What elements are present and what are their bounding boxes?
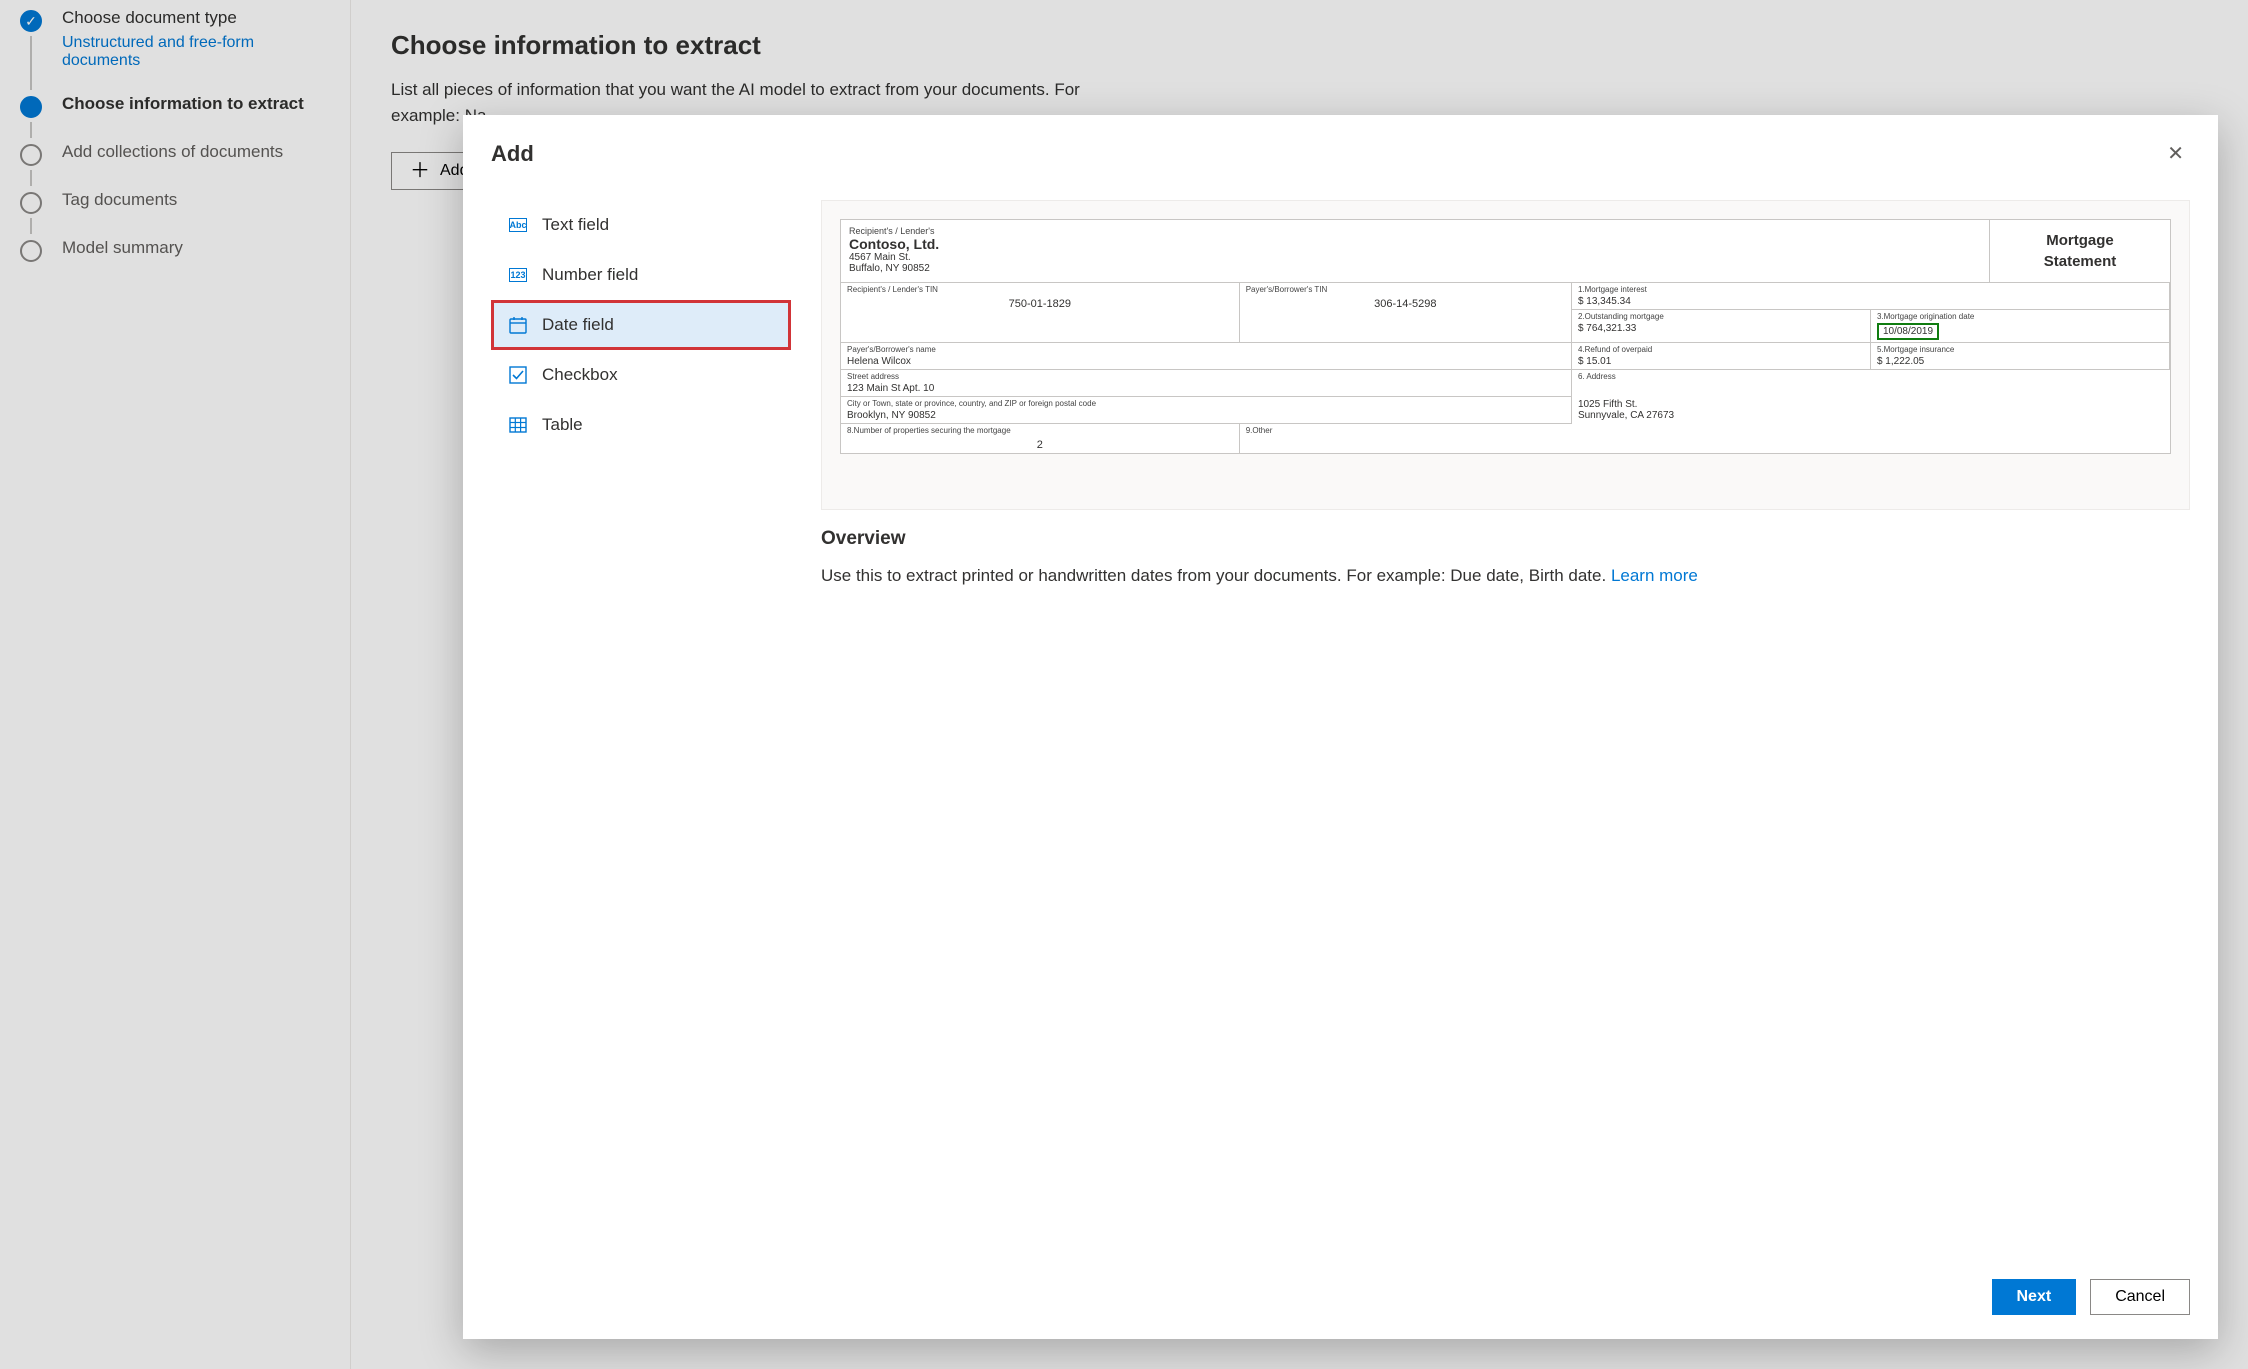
overview-text: Use this to extract printed or handwritt… [821,562,2190,589]
doc-addr1: 4567 Main St. [849,252,1981,263]
next-button[interactable]: Next [1992,1279,2077,1315]
number-field-icon: 123 [508,265,528,285]
document-preview-image: Recipient's / Lender's Contoso, Ltd. 456… [821,200,2190,510]
field-date[interactable]: Date field [491,300,791,350]
field-label: Checkbox [542,365,618,385]
text-field-icon: Abc [508,215,528,235]
field-number[interactable]: 123 Number field [491,250,791,300]
field-label: Date field [542,315,614,335]
field-label: Text field [542,215,609,235]
date-field-icon [508,315,528,335]
doc-title-2: Statement [2000,251,2160,272]
doc-company: Contoso, Ltd. [849,236,1981,252]
learn-more-link[interactable]: Learn more [1611,566,1698,585]
cancel-button[interactable]: Cancel [2090,1279,2190,1315]
field-table[interactable]: Table [491,400,791,450]
close-button[interactable]: ✕ [2161,135,2190,172]
doc-addr2: Buffalo, NY 90852 [849,263,1981,274]
field-label: Table [542,415,583,435]
field-text[interactable]: Abc Text field [491,200,791,250]
field-preview: Recipient's / Lender's Contoso, Ltd. 456… [821,200,2190,1241]
add-field-modal: Add ✕ Abc Text field 123 Number field Da… [463,115,2218,1339]
field-type-list: Abc Text field 123 Number field Date fie… [491,200,791,1241]
highlighted-date: 10/08/2019 [1877,323,1939,340]
field-label: Number field [542,265,638,285]
doc-title-1: Mortgage [2000,230,2160,251]
checkbox-field-icon [508,365,528,385]
doc-lender-label: Recipient's / Lender's [849,226,1981,236]
overview-heading: Overview [821,528,2190,550]
field-checkbox[interactable]: Checkbox [491,350,791,400]
table-field-icon [508,415,528,435]
close-icon: ✕ [2167,143,2184,165]
modal-title: Add [491,141,534,167]
